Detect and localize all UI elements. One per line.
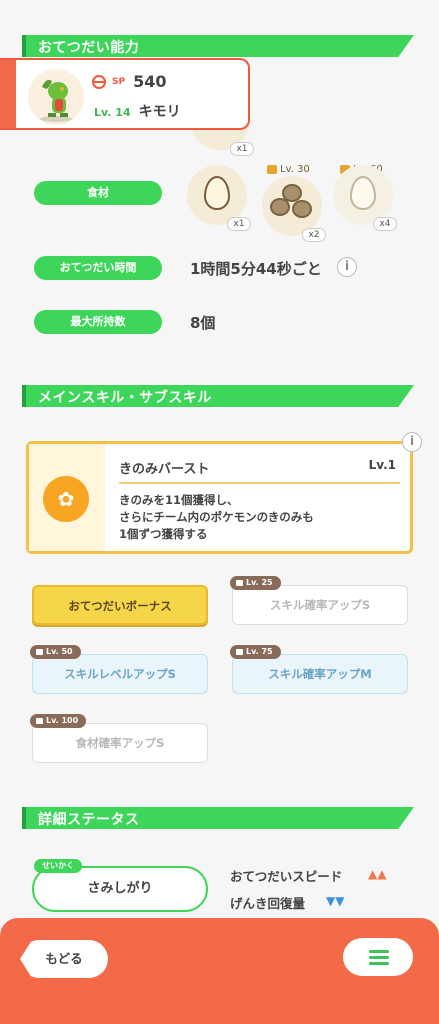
- max-carry-value: 8個: [190, 314, 216, 332]
- section-header-skills: メインスキル・サブスキル: [22, 385, 414, 407]
- lock-level: Lv. 100: [46, 716, 79, 725]
- pokemon-name: キモリ: [138, 104, 181, 120]
- main-skill-card[interactable]: ✿ きのみバースト Lv.1 きのみを11個獲得し、 さらにチーム内のポケモンの…: [26, 441, 413, 554]
- skill-level: Lv.1: [368, 458, 396, 472]
- card-stripe: [0, 60, 16, 128]
- skill-description: きのみを11個獲得し、 さらにチーム内のポケモンのきのみも 1個ずつ獲得する: [119, 493, 314, 541]
- sp-label: SP: [112, 76, 126, 87]
- lock-icon: [36, 718, 43, 724]
- pokemon-level: Lv. 14: [94, 106, 131, 119]
- down-arrows-icon: ▼▼: [326, 894, 345, 908]
- pokemon-summary-card[interactable]: SP 540 Lv. 14 キモリ: [0, 58, 250, 130]
- menu-icon: [369, 956, 389, 959]
- lock-icon: [36, 649, 43, 655]
- skill-icon-panel: ✿: [29, 444, 105, 551]
- lock-level: Lv. 50: [46, 647, 73, 656]
- sub-skill-4[interactable]: スキル確率アップM: [232, 654, 408, 694]
- egg-icon: [204, 176, 230, 210]
- section-title: おてつだい能力: [38, 40, 140, 56]
- sp-value: 540: [133, 72, 167, 91]
- ingredient-slot-3[interactable]: x4: [333, 165, 397, 231]
- max-carry-label: 最大所持数: [34, 310, 162, 334]
- sub-skill-2[interactable]: スキル確率アップS: [232, 585, 408, 625]
- sub-skill-lock-tag: Lv. 25: [230, 576, 281, 590]
- level-row: Lv. 14 キモリ: [94, 101, 181, 121]
- treecko-image: [40, 79, 72, 122]
- lock-level: Lv. 75: [246, 647, 273, 656]
- help-time-label: おてつだい時間: [34, 256, 162, 280]
- section-title: 詳細ステータス: [38, 812, 140, 828]
- berry-burst-icon: ✿: [43, 476, 89, 522]
- divider: [119, 482, 400, 484]
- ingredient-count: x1: [227, 217, 251, 231]
- nature-down-stat: げんき回復量: [230, 896, 306, 911]
- lock-badge-lv30: Lv. 30: [267, 164, 310, 175]
- walnut-icon: [292, 200, 312, 218]
- sub-skill-lock-tag: Lv. 50: [30, 645, 81, 659]
- menu-button[interactable]: [343, 938, 413, 976]
- sub-skill-3[interactable]: スキルレベルアップS: [32, 654, 208, 694]
- walnut-icon: [270, 198, 290, 216]
- info-icon[interactable]: i: [337, 257, 357, 277]
- back-button[interactable]: もどる: [20, 940, 108, 978]
- lock-level: Lv. 25: [246, 578, 273, 587]
- pokeball-icon: [92, 74, 106, 89]
- section-title: メインスキル・サブスキル: [38, 390, 212, 406]
- pokemon-portrait: [28, 69, 84, 125]
- lock-icon: [236, 649, 243, 655]
- ingredient-slot-1[interactable]: x1: [187, 165, 251, 231]
- ingredient-count: x4: [373, 217, 397, 231]
- menu-icon: [369, 962, 389, 965]
- sub-skill-1[interactable]: おてつだいボーナス: [32, 585, 208, 625]
- sub-skill-lock-tag: Lv. 75: [230, 645, 281, 659]
- section-header-help-ability: おてつだい能力: [22, 35, 414, 57]
- ingredient-count: x2: [302, 228, 326, 242]
- pokemon-detail-page: おてつだい能力 x1 SP 540 Lv. 14 キモリ 食材 x1 Lv. 3…: [0, 0, 439, 920]
- sub-skill-lock-tag: Lv. 100: [30, 714, 87, 728]
- nature-up-stat: おてつだいスピード: [230, 869, 343, 884]
- lock-icon: [267, 165, 277, 174]
- skill-title: きのみバースト: [119, 462, 210, 477]
- section-header-details: 詳細ステータス: [22, 807, 414, 829]
- up-arrows-icon: ▲▲: [368, 867, 387, 881]
- nature-tag: せいかく: [34, 859, 82, 873]
- sp-row: SP 540: [92, 72, 166, 91]
- lock-level: Lv. 30: [280, 164, 310, 175]
- bottom-bar: もどる: [0, 918, 439, 1024]
- sub-skill-5[interactable]: 食材確率アップS: [32, 723, 208, 763]
- ingredients-label: 食材: [34, 181, 162, 205]
- ingredient-slot-2[interactable]: x2: [262, 176, 326, 242]
- lock-icon: [236, 580, 243, 586]
- info-icon[interactable]: i: [402, 432, 422, 452]
- egg-icon: [350, 176, 376, 210]
- ingredient-count: x1: [230, 142, 254, 156]
- help-time-value: 1時間5分44秒ごと: [190, 260, 322, 278]
- menu-icon: [369, 950, 389, 953]
